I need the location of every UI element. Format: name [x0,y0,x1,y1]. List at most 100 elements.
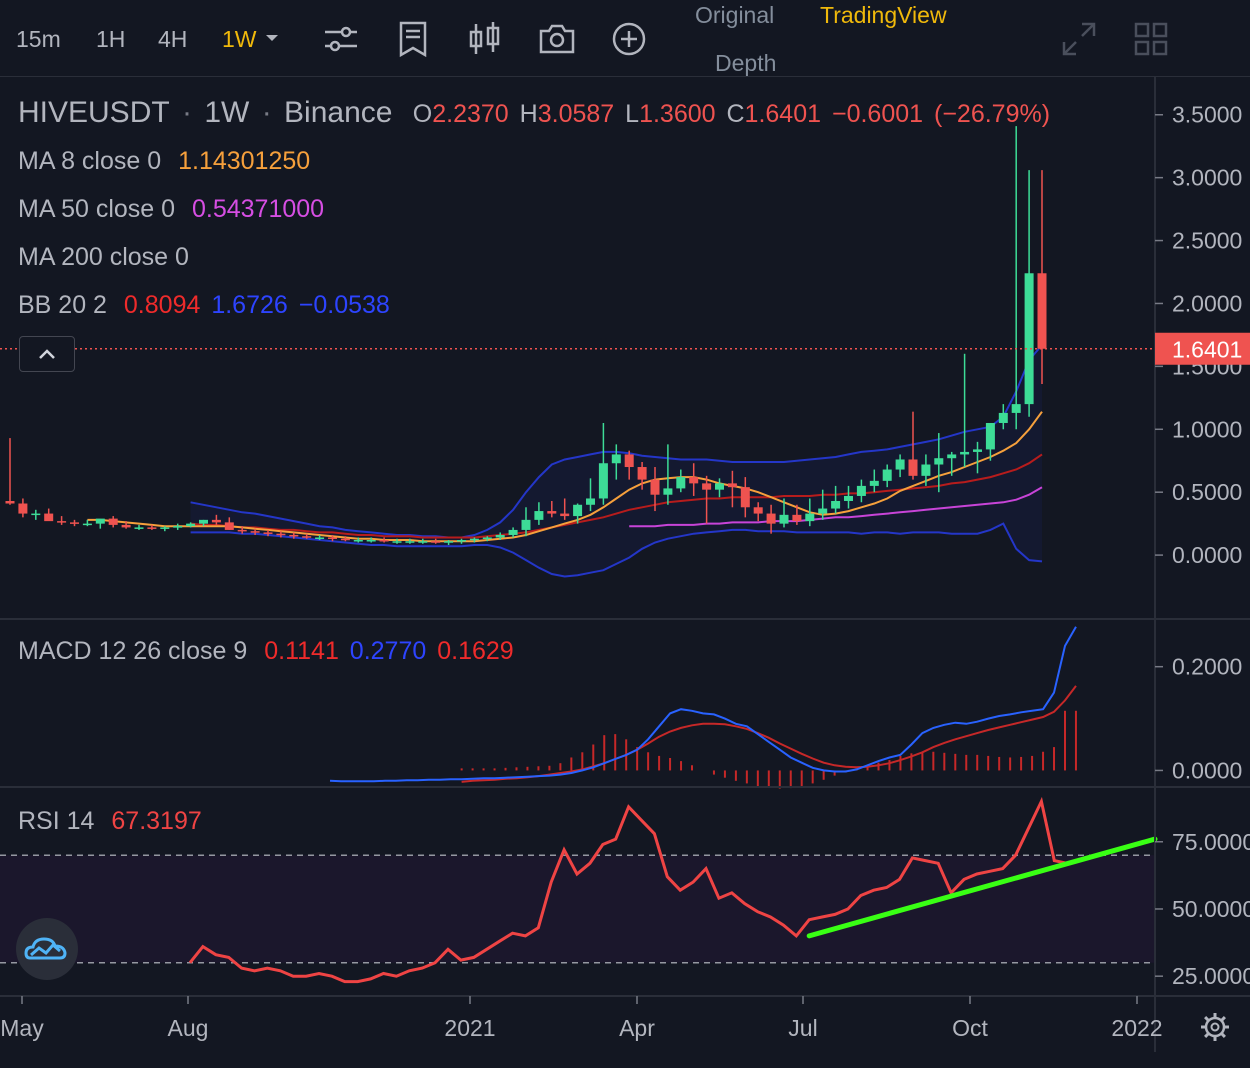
candle-body [57,521,67,523]
gear-tooth [1204,1032,1210,1038]
candle-body [818,508,828,514]
ma50-legend[interactable]: MA 50 close 0 0.54371000 [18,195,328,224]
ma8-label: MA 8 close 0 [18,147,162,175]
macd-value-3: 0.1629 [437,637,514,665]
toolbar: 15m 1H 4H 1W Original TradingView Depth [0,0,1250,77]
high-value: 3.0587 [537,100,615,128]
ma8-legend[interactable]: MA 8 close 0 1.14301250 [18,147,314,176]
macd-tick-label: 0.0000 [1172,757,1242,783]
candle-body [147,527,157,529]
cloud-icon [24,937,67,960]
ma200-legend[interactable]: MA 200 close 0 [18,243,193,272]
candle-body [663,488,673,495]
tradingview-logo[interactable] [16,918,78,980]
low-value: 1.3600 [639,100,716,128]
symbol-interval: 1W [204,96,250,129]
candle-body [392,541,402,543]
settings-icon[interactable] [1201,1013,1229,1041]
candle-body [1037,273,1047,349]
view-depth[interactable]: Depth [715,50,776,77]
bb-legend[interactable]: BB 20 2 0.8094 1.6726 −0.0538 [18,291,394,320]
candle-body [1024,273,1034,405]
add-icon[interactable] [610,20,648,58]
candle-body [457,539,466,542]
candle-body [727,483,737,488]
bb-value-2: 1.6726 [211,291,288,319]
candle-body [18,503,28,514]
time-tick-label: 2022 [1111,1015,1162,1041]
candle-body [973,449,982,452]
collapse-legend-button[interactable] [19,336,75,372]
bb-label: BB 20 2 [18,291,107,319]
candle [57,516,67,525]
macd-legend[interactable]: MACD 12 26 close 9 0.1141 0.2770 0.1629 [18,637,518,666]
candle-body [960,451,970,455]
candle-body [908,459,918,476]
fullscreen-icon[interactable] [1060,20,1098,58]
candle-body [805,513,815,522]
view-original[interactable]: Original [695,2,774,29]
candle-body [44,513,54,522]
template-icon[interactable] [394,20,432,58]
timeframe-1w[interactable]: 1W [222,26,257,53]
rsi-legend[interactable]: RSI 14 67.3197 [18,807,206,836]
gear-tooth [1204,1016,1210,1022]
bb-value-3: −0.0538 [298,291,390,319]
candle-body [289,534,299,537]
candle-body [366,539,376,542]
view-tradingview[interactable]: TradingView [820,2,947,29]
rsi-tick-label: 25.0000 [1172,963,1250,989]
camera-icon[interactable] [538,20,576,58]
candle-body [444,541,454,543]
candle [598,422,608,505]
candle-body [173,526,183,528]
candle-body [573,504,583,517]
time-tick-label: Oct [952,1015,988,1041]
candle-body [160,527,170,529]
macd-value-2: 0.2770 [349,637,427,665]
gear-tooth [1220,1016,1226,1022]
candle-body [715,483,724,490]
open-label: O [412,100,433,128]
price-tick-label: 3.0000 [1172,165,1242,191]
price-chart[interactable]: 3.50003.00002.50002.00001.50001.00000.50… [0,77,1250,1068]
price-tick-label: 0.0000 [1172,542,1242,568]
chevron-down-icon[interactable] [260,24,284,52]
candle-body [353,539,363,542]
ma50-value: 0.54371000 [191,195,325,223]
last-price-label: 1.6401 [1172,337,1242,363]
candle-body [985,422,995,450]
candle-body [586,498,595,505]
candle-body [831,500,841,509]
time-tick-label: May [0,1015,44,1041]
open-value: 2.2370 [432,100,509,128]
timeframe-15m[interactable]: 15m [16,26,61,53]
candle [1024,170,1034,417]
timeframe-4h[interactable]: 4H [158,26,187,53]
time-tick-label: Jul [788,1015,817,1041]
candle-body [134,527,144,529]
timeframe-1h[interactable]: 1H [96,26,125,53]
main-pane [0,126,1155,578]
time-tick-label: Aug [168,1015,209,1041]
symbol-exchange: Binance [284,96,393,129]
layout-icon[interactable] [1132,20,1170,58]
price-tick-label: 0.5000 [1172,479,1242,505]
gear-ring [1204,1016,1226,1038]
indicators-icon[interactable] [322,20,360,58]
candle-body [921,464,931,476]
candle-body [637,467,647,480]
macd-label: MACD 12 26 close 9 [18,637,248,665]
candle [5,438,15,505]
candle-body [276,533,286,536]
candle-body [689,477,699,484]
candle-body [844,495,853,501]
candle-body [418,541,428,543]
candle-body [521,519,531,530]
gear-center [1210,1022,1220,1032]
candle-body [560,513,570,517]
chart-type-icon[interactable] [466,20,504,58]
high-label: H [519,100,538,128]
rsi-tick-label: 75.0000 [1172,829,1250,855]
candle-body [431,541,441,543]
